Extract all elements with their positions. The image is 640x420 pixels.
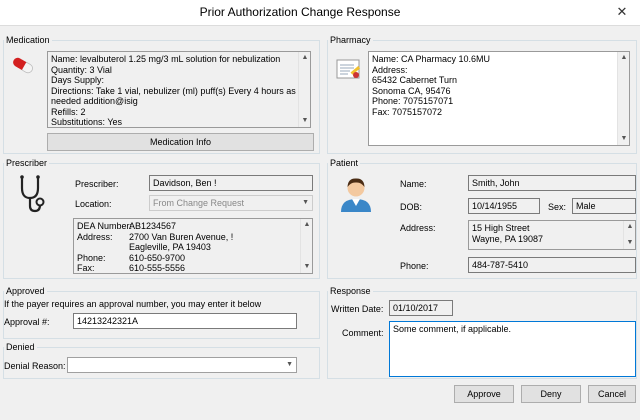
person-avatar-icon	[339, 175, 373, 215]
pill-capsule-icon	[9, 56, 37, 78]
stethoscope-icon	[14, 174, 48, 216]
prescriber-label: Prescriber:	[75, 179, 119, 189]
detail-key: Fax:	[77, 263, 95, 273]
written-date-label: Written Date:	[331, 304, 384, 314]
location-value: From Change Request	[153, 198, 245, 208]
detail-key: Phone:	[77, 252, 106, 263]
medication-line: Days Supply:	[51, 75, 105, 85]
prescription-pad-icon	[334, 56, 364, 84]
patient-sex-label: Sex:	[548, 202, 567, 212]
medication-line: Substitutions: Yes	[51, 117, 123, 127]
prescriber-detail-row: Address: 2700 Van Buren Avenue, !	[77, 232, 298, 243]
patient-phone-field[interactable]: 484-787-5410	[468, 257, 636, 273]
chevron-down-icon: ▼	[302, 199, 309, 206]
scroll-down-icon[interactable]: ▼	[301, 261, 312, 273]
detail-value: 2700 Van Buren Avenue, !	[129, 231, 234, 242]
scroll-down-icon[interactable]: ▼	[299, 115, 310, 127]
pharmacy-line: Phone: 7075157071	[372, 96, 454, 106]
title-bar: Prior Authorization Change Response ✕	[0, 0, 640, 26]
pharmacy-line: 65432 Cabernet Turn	[372, 75, 458, 85]
scroll-up-icon[interactable]: ▲	[624, 221, 635, 233]
prescriber-scrollbar[interactable]: ▲ ▼	[300, 219, 312, 273]
medication-line: needed addition@isig	[51, 96, 138, 106]
medication-line: Refills: 2	[51, 106, 86, 117]
detail-key	[77, 242, 129, 253]
pharmacy-line: Fax: 7075157072	[372, 106, 443, 117]
approved-hint: If the payer requires an approval number…	[4, 299, 262, 309]
medication-line: Directions: Take 1 vial, nebulizer (ml) …	[51, 85, 296, 96]
medication-line: Name: levalbuterol 1.25 mg/3 mL solution…	[51, 54, 281, 64]
approve-button[interactable]: Approve	[454, 385, 514, 403]
prescriber-detail-row: Fax: 610-555-5556	[77, 263, 298, 273]
location-select[interactable]: From Change Request ▼	[149, 195, 313, 211]
pharmacy-line: Sonoma CA, 95476	[372, 85, 451, 96]
scroll-up-icon[interactable]: ▲	[301, 219, 312, 231]
patient-address-line: 15 High Street	[472, 223, 530, 233]
response-group-label: Response	[328, 286, 373, 296]
deny-button[interactable]: Deny	[521, 385, 581, 403]
window-title: Prior Authorization Change Response	[199, 5, 401, 19]
cancel-button[interactable]: Cancel	[588, 385, 636, 403]
prescriber-detail-row: Phone: 610-650-9700	[77, 253, 298, 264]
approval-number-input[interactable]: 14213242321A	[73, 313, 297, 329]
patient-address-label: Address:	[400, 223, 436, 233]
patient-sex-field[interactable]: Male	[572, 198, 636, 214]
pharmacy-line: Name: CA Pharmacy 10.6MU	[372, 54, 491, 64]
scroll-down-icon[interactable]: ▼	[624, 237, 635, 249]
detail-value: AB1234567	[129, 221, 177, 231]
detail-value: 610-650-9700	[129, 252, 186, 263]
medication-info-button[interactable]: Medication Info	[47, 133, 314, 151]
pharmacy-scrollbar[interactable]: ▲ ▼	[617, 52, 629, 145]
denial-reason-select[interactable]: ▼	[67, 357, 297, 373]
approved-group-label: Approved	[4, 286, 47, 296]
medication-group-label: Medication	[4, 35, 52, 45]
close-icon[interactable]: ✕	[612, 4, 632, 20]
scroll-up-icon[interactable]: ▲	[618, 52, 629, 64]
detail-value: Eagleville, PA 19403	[129, 242, 211, 252]
prescriber-detail-row: Eagleville, PA 19403	[77, 242, 298, 253]
approval-number-label: Approval #:	[4, 317, 50, 327]
denied-group-label: Denied	[4, 342, 37, 352]
detail-key: DEA Number:	[77, 221, 133, 231]
detail-value: 610-555-5556	[129, 263, 186, 273]
pharmacy-line: Address:	[372, 64, 408, 75]
patient-name-label: Name:	[400, 179, 427, 189]
prescriber-field[interactable]: Davidson, Ben !	[149, 175, 313, 191]
written-date-field[interactable]: 01/10/2017	[389, 300, 453, 316]
patient-group-label: Patient	[328, 158, 361, 168]
patient-dob-label: DOB:	[400, 202, 423, 212]
medication-scrollbar[interactable]: ▲ ▼	[298, 52, 310, 127]
prescriber-details[interactable]: DEA Number: AB1234567 Address: 2700 Van Bu…	[73, 218, 313, 274]
patient-address-scrollbar[interactable]: ▲ ▼	[623, 221, 635, 249]
prescriber-detail-row: DEA Number: AB1234567	[77, 221, 298, 232]
comment-textarea[interactable]: Some comment, if applicable.	[389, 321, 636, 377]
detail-key: Address:	[77, 231, 113, 242]
comment-label: Comment:	[342, 328, 384, 338]
patient-dob-field[interactable]: 10/14/1955	[468, 198, 540, 214]
patient-name-field[interactable]: Smith, John	[468, 175, 636, 191]
chevron-down-icon: ▼	[286, 361, 293, 368]
location-label: Location:	[75, 199, 112, 209]
denial-reason-label: Denial Reason:	[4, 361, 66, 371]
patient-address-line: Wayne, PA 19087	[472, 233, 544, 244]
patient-phone-label: Phone:	[400, 261, 429, 271]
patient-address-field[interactable]: 15 High Street Wayne, PA 19087 ▲ ▼	[468, 220, 636, 250]
pharmacy-details[interactable]: Name: CA Pharmacy 10.6MU Address: 65432 …	[368, 51, 630, 146]
pharmacy-group-label: Pharmacy	[328, 35, 373, 45]
scroll-down-icon[interactable]: ▼	[618, 133, 629, 145]
medication-line: Quantity: 3 Vial	[51, 64, 112, 75]
medication-details[interactable]: Name: levalbuterol 1.25 mg/3 mL solution…	[47, 51, 311, 128]
scroll-up-icon[interactable]: ▲	[299, 52, 310, 64]
prescriber-group-label: Prescriber	[4, 158, 50, 168]
